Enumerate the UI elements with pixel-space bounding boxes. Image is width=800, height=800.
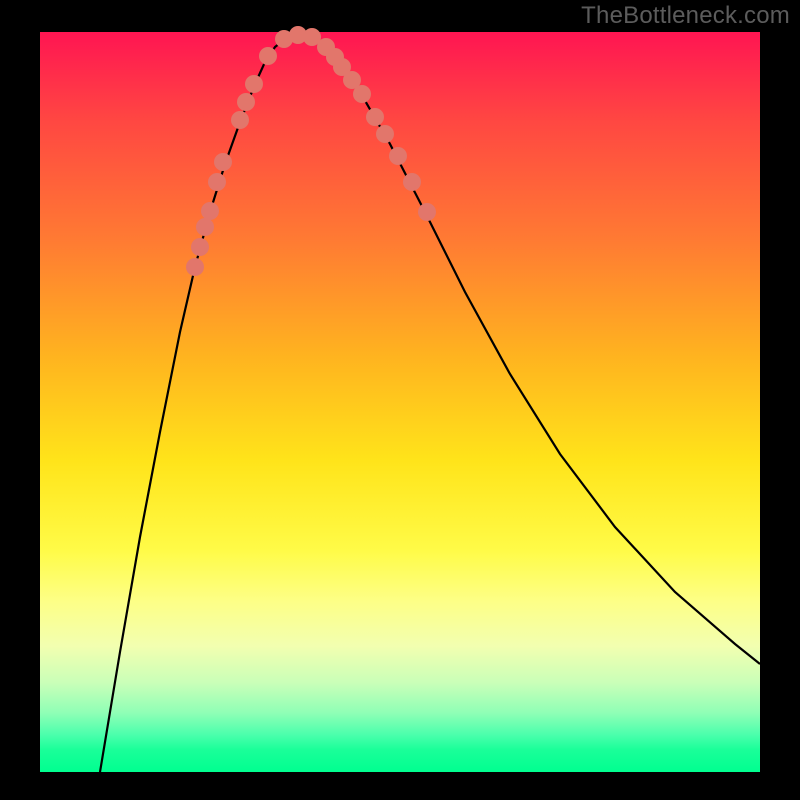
chart-frame: TheBottleneck.com — [0, 0, 800, 800]
dot-layer — [186, 26, 436, 276]
data-dot — [245, 75, 263, 93]
bottleneck-curve — [100, 35, 760, 772]
data-dot — [259, 47, 277, 65]
data-dot — [376, 125, 394, 143]
data-dot — [201, 202, 219, 220]
data-dot — [231, 111, 249, 129]
data-dot — [366, 108, 384, 126]
data-dot — [196, 218, 214, 236]
data-dot — [208, 173, 226, 191]
chart-svg — [40, 32, 760, 772]
data-dot — [191, 238, 209, 256]
plot-area — [40, 32, 760, 772]
data-dot — [403, 173, 421, 191]
watermark-text: TheBottleneck.com — [581, 2, 790, 30]
data-dot — [353, 85, 371, 103]
data-dot — [418, 203, 436, 221]
data-dot — [317, 38, 335, 56]
data-dot — [389, 147, 407, 165]
data-dot — [237, 93, 255, 111]
data-dot — [214, 153, 232, 171]
data-dot — [186, 258, 204, 276]
